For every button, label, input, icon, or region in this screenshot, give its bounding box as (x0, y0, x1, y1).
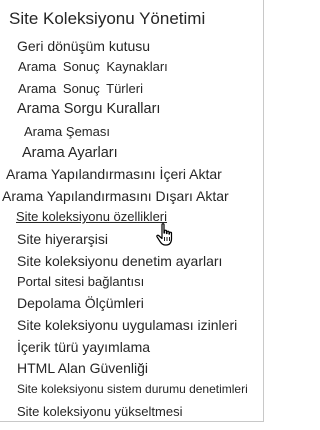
link-content-type-publishing[interactable]: İçerik türü yayımlama (17, 339, 150, 355)
link-import-search-configuration[interactable]: Arama Yapılandırmasını İçeri Aktar (6, 166, 222, 182)
site-collection-administration-panel: Site Koleksiyonu Yönetimi Geri dönüşüm k… (0, 0, 264, 422)
link-recycle-bin[interactable]: Geri dönüşüm kutusu (17, 38, 150, 54)
link-storage-metrics[interactable]: Depolama Ölçümleri (17, 295, 144, 311)
link-site-collection-health-checks[interactable]: Site koleksiyonu sistem durumu denetimle… (17, 382, 248, 396)
link-html-field-security[interactable]: HTML Alan Güvenliği (17, 360, 148, 376)
link-site-collection-audit-settings[interactable]: Site koleksiyonu denetim ayarları (17, 253, 222, 269)
link-search-result-types[interactable]: Arama Sonuç Türleri (18, 81, 143, 96)
link-search-schema[interactable]: Arama Şeması (24, 124, 110, 139)
link-site-collection-app-permissions[interactable]: Site koleksiyonu uygulaması izinleri (17, 317, 237, 333)
hand-pointer-icon (156, 223, 173, 246)
panel-title: Site Koleksiyonu Yönetimi (9, 9, 206, 28)
link-site-collection-features[interactable]: Site koleksiyonu özellikleri (16, 209, 167, 224)
link-export-search-configuration[interactable]: Arama Yapılandırmasını Dışarı Aktar (2, 188, 229, 204)
link-search-query-rules[interactable]: Arama Sorgu Kuralları (17, 101, 160, 117)
link-search-settings[interactable]: Arama Ayarları (22, 145, 118, 161)
link-site-hierarchy[interactable]: Site hiyerarşisi (17, 231, 108, 247)
link-portal-site-connection[interactable]: Portal sitesi bağlantısı (17, 274, 144, 289)
link-site-collection-upgrade[interactable]: Site koleksiyonu yükseltmesi (17, 404, 182, 419)
link-search-result-sources[interactable]: Arama Sonuç Kaynakları (18, 59, 168, 74)
